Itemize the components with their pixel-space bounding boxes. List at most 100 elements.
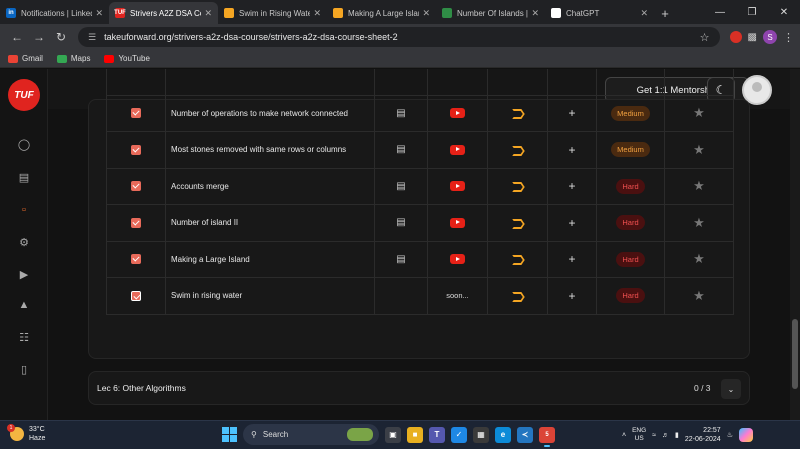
task-view-icon[interactable]: ▣ <box>385 426 401 443</box>
add-note-plus-icon[interactable]: + <box>568 252 575 266</box>
browser-tab[interactable]: Making A Large Island ✕ <box>327 2 436 24</box>
clock[interactable]: 22:57 22-06-2024 <box>685 426 721 444</box>
start-windows-icon[interactable] <box>222 427 237 442</box>
practice-link-icon[interactable] <box>513 217 523 229</box>
revision-star-icon[interactable]: ★ <box>693 178 705 194</box>
bookmark-item[interactable]: Maps <box>56 54 90 63</box>
new-tab-button[interactable]: + <box>654 2 676 24</box>
browser-tab[interactable]: TUF Strivers A2Z DSA Course✕ <box>109 2 218 24</box>
add-note-plus-icon[interactable]: + <box>568 179 575 193</box>
page-scrollbar[interactable] <box>790 69 800 420</box>
status-checkbox[interactable] <box>131 217 141 228</box>
bookmark-item[interactable]: Gmail <box>8 54 43 63</box>
battery-icon[interactable]: ▮ <box>675 431 679 439</box>
vscode-icon[interactable]: ≺ <box>517 426 533 443</box>
profile-nav-icon[interactable]: ◯ <box>14 134 34 154</box>
chrome-icon[interactable]: 5 <box>539 426 555 447</box>
problem-name[interactable]: Number of island II <box>166 205 375 241</box>
teams-icon[interactable]: T <box>429 426 445 443</box>
status-checkbox[interactable] <box>131 254 141 265</box>
todo-check-icon[interactable]: ✓ <box>451 426 467 443</box>
tab-close-icon[interactable]: ✕ <box>422 8 430 19</box>
problem-name[interactable]: Most stones removed with same rows or co… <box>166 132 375 168</box>
browser-tab[interactable]: ChatGPT ✕ <box>545 2 654 24</box>
tab-close-icon[interactable]: ✕ <box>640 8 648 19</box>
article-icon[interactable]: ▤ <box>396 108 405 119</box>
youtube-icon[interactable] <box>450 144 465 155</box>
practice-link-icon[interactable] <box>513 107 523 119</box>
youtube-icon[interactable] <box>450 254 465 265</box>
address-bar[interactable]: ☰ takeuforward.org/strivers-a2z-dsa-cour… <box>78 27 720 47</box>
status-checkbox[interactable] <box>131 144 141 155</box>
add-note-plus-icon[interactable]: + <box>568 143 575 157</box>
section-header-other-algorithms[interactable]: Lec 6: Other Algorithms 0 / 3 ⌄ <box>88 371 750 405</box>
browser-tab[interactable]: Number Of Islands | Practice✕ <box>436 2 545 24</box>
problem-name[interactable]: Making a Large Island <box>166 241 375 277</box>
browser-tab[interactable]: in Notifications | LinkedIn✕ <box>0 2 109 24</box>
youtube-icon[interactable] <box>450 108 465 119</box>
tab-close-icon[interactable]: ✕ <box>95 8 103 19</box>
wifi-icon[interactable]: ≈ <box>652 432 656 439</box>
forward-icon[interactable]: → <box>28 26 50 48</box>
video-nav-icon[interactable]: ▶ <box>14 264 34 284</box>
article-icon[interactable]: ▤ <box>396 217 405 228</box>
language-indicator[interactable]: ENG US <box>632 427 646 443</box>
weather-widget[interactable]: 1 33°C Haze <box>7 424 45 443</box>
chevron-down-icon[interactable]: ⌄ <box>721 379 741 399</box>
minimize-icon[interactable]: — <box>704 0 736 24</box>
status-checkbox[interactable] <box>131 108 141 119</box>
store-icon[interactable]: ▦ <box>473 426 489 443</box>
tray-chevron-up-icon[interactable]: ˄ <box>622 432 626 439</box>
tab-close-icon[interactable]: ✕ <box>531 8 539 19</box>
bookmark-item[interactable]: YouTube <box>104 54 150 63</box>
site-info-icon[interactable]: ☰ <box>88 32 96 43</box>
tuf-logo[interactable]: TUF <box>8 79 40 111</box>
youtube-icon[interactable] <box>450 181 465 192</box>
status-checkbox[interactable] <box>131 290 141 301</box>
book-nav-icon[interactable]: ▤ <box>14 167 34 187</box>
notification-bell-icon[interactable]: ♨ <box>727 431 733 439</box>
restore-icon[interactable]: ❐ <box>736 0 768 24</box>
settings-nav-icon[interactable]: ⚙ <box>14 232 34 252</box>
article-icon[interactable]: ▤ <box>396 254 405 265</box>
practice-link-icon[interactable] <box>513 180 523 192</box>
practice-link-icon[interactable] <box>513 253 523 265</box>
revision-star-icon[interactable]: ★ <box>693 105 705 121</box>
revision-star-icon[interactable]: ★ <box>693 142 705 158</box>
sheet-nav-icon[interactable]: ▫ <box>14 200 34 220</box>
scroll-thumb[interactable] <box>792 319 798 389</box>
edge-icon[interactable]: e <box>495 426 511 443</box>
close-window-icon[interactable]: ✕ <box>768 0 800 24</box>
practice-link-icon[interactable] <box>513 290 523 302</box>
problem-name[interactable]: Swim in rising water <box>166 278 375 314</box>
extensions-puzzle-icon[interactable]: ▩ <box>748 32 757 43</box>
profile-avatar[interactable]: S <box>763 30 777 44</box>
browser-tab[interactable]: Swim in Rising Water ✕ <box>218 2 327 24</box>
revision-star-icon[interactable]: ★ <box>693 251 705 267</box>
browser-menu-icon[interactable]: ⋮ <box>783 31 794 44</box>
extension-icon[interactable] <box>729 31 742 43</box>
status-checkbox[interactable] <box>131 181 141 192</box>
tab-close-icon[interactable]: ✕ <box>204 8 212 19</box>
practice-link-icon[interactable] <box>513 144 523 156</box>
add-note-plus-icon[interactable]: + <box>568 106 575 120</box>
revision-star-icon[interactable]: ★ <box>693 215 705 231</box>
bookmark-star-icon[interactable]: ☆ <box>700 31 710 44</box>
graduation-cap-icon[interactable]: ▲ <box>14 295 34 315</box>
document-nav-icon[interactable]: ☷ <box>14 327 34 347</box>
article-icon[interactable]: ▤ <box>396 181 405 192</box>
problem-name[interactable]: Number of operations to make network con… <box>166 95 375 131</box>
tab-close-icon[interactable]: ✕ <box>313 8 321 19</box>
youtube-icon[interactable] <box>450 217 465 228</box>
article-icon[interactable]: ▤ <box>396 144 405 155</box>
problem-name[interactable]: Accounts merge <box>166 168 375 204</box>
bookmark-nav-icon[interactable]: ▯ <box>14 359 34 379</box>
volume-icon[interactable]: ♬ <box>662 432 669 439</box>
reload-icon[interactable]: ↻ <box>50 26 72 48</box>
add-note-plus-icon[interactable]: + <box>568 289 575 303</box>
file-explorer-icon[interactable]: ■ <box>407 426 423 443</box>
taskbar-search[interactable]: ⚲ Search <box>243 424 379 445</box>
add-note-plus-icon[interactable]: + <box>568 216 575 230</box>
copilot-icon[interactable] <box>738 428 753 442</box>
revision-star-icon[interactable]: ★ <box>693 288 705 304</box>
